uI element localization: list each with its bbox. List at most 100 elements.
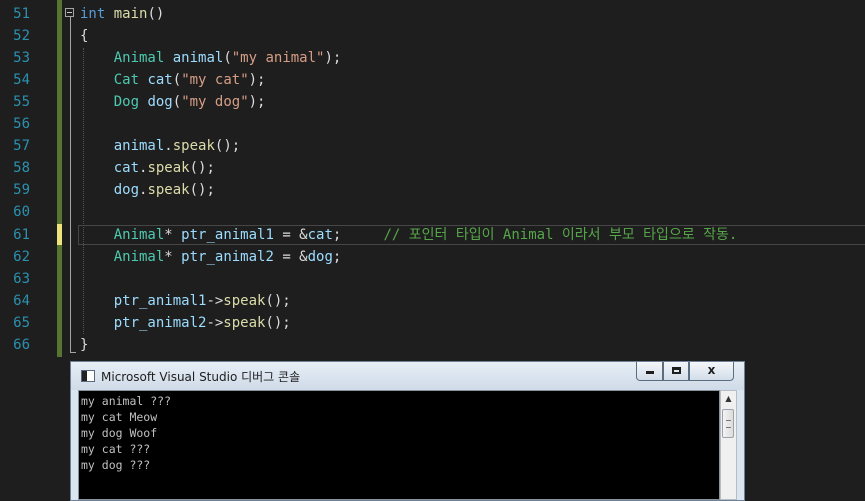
console-output-line: my cat ??? <box>81 442 151 456</box>
punctuation: (); <box>189 182 215 198</box>
minimize-icon <box>645 371 654 374</box>
collapse-toggle-icon[interactable] <box>65 8 74 17</box>
function-name: speak <box>172 138 215 154</box>
type-name: Cat <box>113 72 140 88</box>
fold-outline <box>70 17 71 352</box>
code-line[interactable]: animal.speak(); <box>80 135 240 157</box>
console-titlebar[interactable]: Microsoft Visual Studio 디버그 콘솔 x <box>71 362 744 390</box>
maximize-button[interactable] <box>663 362 689 381</box>
operator: = & <box>273 249 308 265</box>
operator: -> <box>206 315 224 331</box>
punctuation: () <box>147 6 165 22</box>
line-number: 58 <box>13 160 30 176</box>
line-number: 65 <box>13 315 30 331</box>
console-app-icon <box>81 370 95 382</box>
type-name: Animal <box>113 249 165 265</box>
code-line[interactable]: int main() <box>80 3 164 25</box>
line-number: 54 <box>13 72 30 88</box>
console-title: Microsoft Visual Studio 디버그 콘솔 <box>101 370 301 384</box>
operator: = & <box>273 227 308 243</box>
keyword: int <box>80 6 106 22</box>
type-name: Animal <box>113 50 165 66</box>
string-literal: "my cat" <box>181 72 249 88</box>
line-number: 63 <box>13 271 30 287</box>
punctuation: * <box>164 249 173 265</box>
type-name: Dog <box>113 94 140 110</box>
line-number: 59 <box>13 182 30 198</box>
variable: animal <box>113 138 165 154</box>
code-line[interactable]: dog.speak(); <box>80 179 215 201</box>
code-line[interactable]: Cat cat("my cat"); <box>80 69 266 91</box>
code-line[interactable]: { <box>80 25 88 47</box>
type-name: Animal <box>113 227 165 243</box>
variable: dog <box>307 249 333 265</box>
line-number: 62 <box>13 249 30 265</box>
string-literal: "my animal" <box>231 50 325 66</box>
variable: ptr_animal2 <box>181 249 274 265</box>
variable: dog <box>147 94 173 110</box>
variable: animal <box>172 50 224 66</box>
scroll-thumb[interactable] <box>722 409 734 438</box>
punctuation: ); <box>324 50 342 66</box>
line-number: 51 <box>13 6 30 22</box>
fold-outline-end <box>70 352 76 353</box>
function-name: speak <box>147 160 190 176</box>
line-number: 66 <box>13 337 30 353</box>
code-line[interactable]: Animal animal("my animal"); <box>80 47 342 69</box>
debug-console-window[interactable]: Microsoft Visual Studio 디버그 콘솔 x my anim… <box>70 361 745 501</box>
minimize-button[interactable] <box>636 362 663 381</box>
punctuation: ( <box>172 72 182 88</box>
code-line[interactable]: cat.speak(); <box>80 157 215 179</box>
punctuation: ); <box>248 72 266 88</box>
line-number: 53 <box>13 50 30 66</box>
punctuation: ( <box>223 50 232 66</box>
function-name: speak <box>223 293 266 309</box>
variable: cat <box>307 227 333 243</box>
line-number: 61 <box>13 227 30 243</box>
console-output-line: my dog ??? <box>81 458 151 472</box>
operator: -> <box>206 293 224 309</box>
console-output-line: my animal ??? <box>81 394 172 408</box>
punctuation: ; <box>332 249 342 265</box>
punctuation: (); <box>265 315 291 331</box>
code-line[interactable]: Animal* ptr_animal1 = &cat; // 포인터 타입이 A… <box>80 224 738 246</box>
maximize-icon <box>671 367 681 374</box>
close-button[interactable]: x <box>689 362 734 381</box>
console-output-line: my dog Woof <box>81 426 158 440</box>
code-line[interactable]: Animal* ptr_animal2 = &dog; <box>80 246 342 268</box>
comment: // 포인터 타입이 Animal 이라서 부모 타입으로 작동. <box>383 227 738 243</box>
function-name: main <box>113 6 148 22</box>
punctuation: ); <box>248 94 266 110</box>
string-literal: "my dog" <box>181 94 249 110</box>
punctuation: * <box>164 227 173 243</box>
punctuation: ( <box>172 94 182 110</box>
punctuation: (); <box>214 138 241 154</box>
line-number: 56 <box>13 116 30 132</box>
code-line[interactable]: } <box>80 334 88 356</box>
variable: cat <box>113 160 140 176</box>
line-number: 52 <box>13 28 30 44</box>
variable: ptr_animal2 <box>113 315 207 331</box>
punctuation: (); <box>189 160 215 176</box>
scroll-up-button[interactable]: ▲ <box>721 391 736 407</box>
variable: cat <box>147 72 173 88</box>
line-number: 64 <box>13 293 30 309</box>
change-marker-unsaved <box>57 224 62 245</box>
code-line[interactable]: Dog dog("my dog"); <box>80 91 266 113</box>
console-output-line: my cat Meow <box>81 410 158 424</box>
punctuation: ; <box>332 227 342 243</box>
change-marker-saved <box>57 0 62 224</box>
change-marker-saved <box>57 245 62 357</box>
variable: ptr_animal1 <box>113 293 207 309</box>
variable: ptr_animal1 <box>181 227 274 243</box>
code-line[interactable]: ptr_animal2->speak(); <box>80 312 291 334</box>
brace: } <box>80 337 89 353</box>
function-name: speak <box>223 315 266 331</box>
function-name: speak <box>147 182 190 198</box>
line-number: 57 <box>13 138 30 154</box>
punctuation: . <box>164 138 173 154</box>
brace: { <box>80 28 89 44</box>
line-number: 55 <box>13 94 30 110</box>
line-number: 60 <box>13 204 30 220</box>
code-line[interactable]: ptr_animal1->speak(); <box>80 290 291 312</box>
